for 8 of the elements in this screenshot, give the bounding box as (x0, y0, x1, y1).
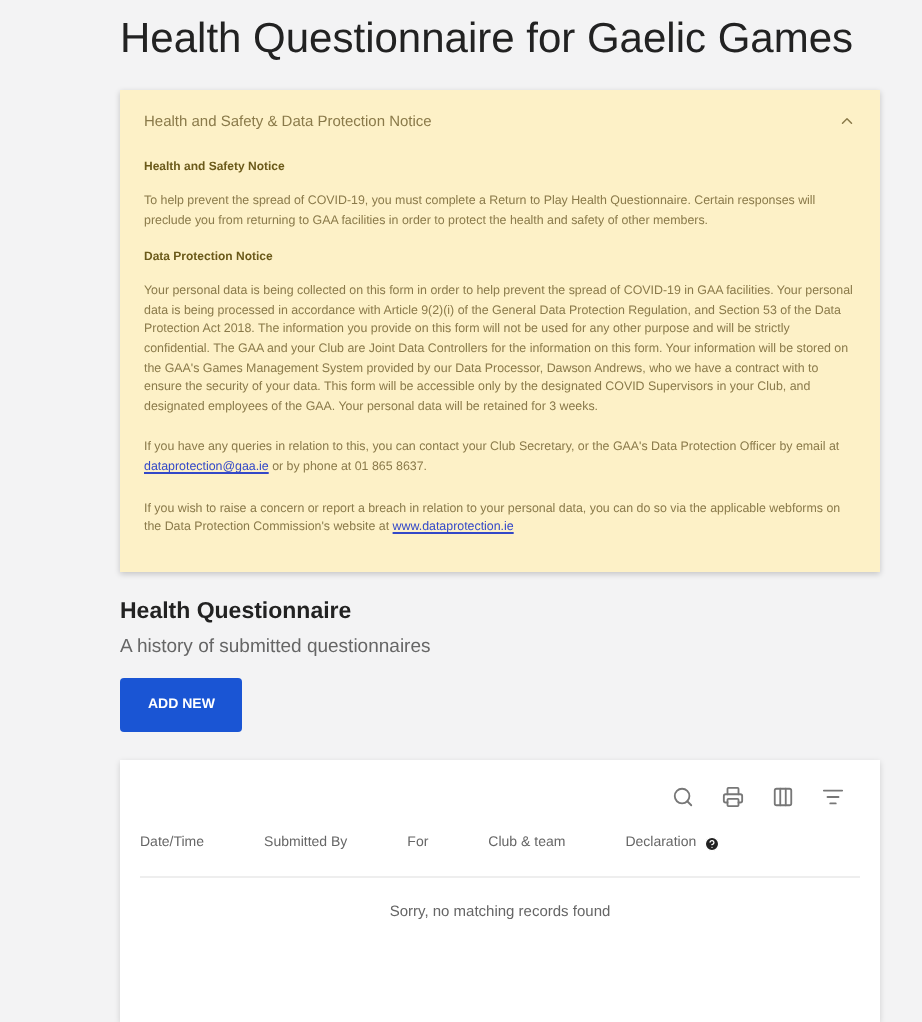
page-title: Health Questionnaire for Gaelic Games (120, 16, 856, 64)
section-subtitle: A history of submitted questionnaires (120, 635, 433, 658)
columns-icon[interactable] (772, 785, 794, 808)
print-icon[interactable] (722, 785, 744, 808)
search-icon[interactable] (672, 785, 694, 808)
filter-icon[interactable] (822, 785, 844, 808)
help-icon[interactable] (704, 835, 721, 852)
section-title: Health Questionnaire (120, 599, 354, 624)
